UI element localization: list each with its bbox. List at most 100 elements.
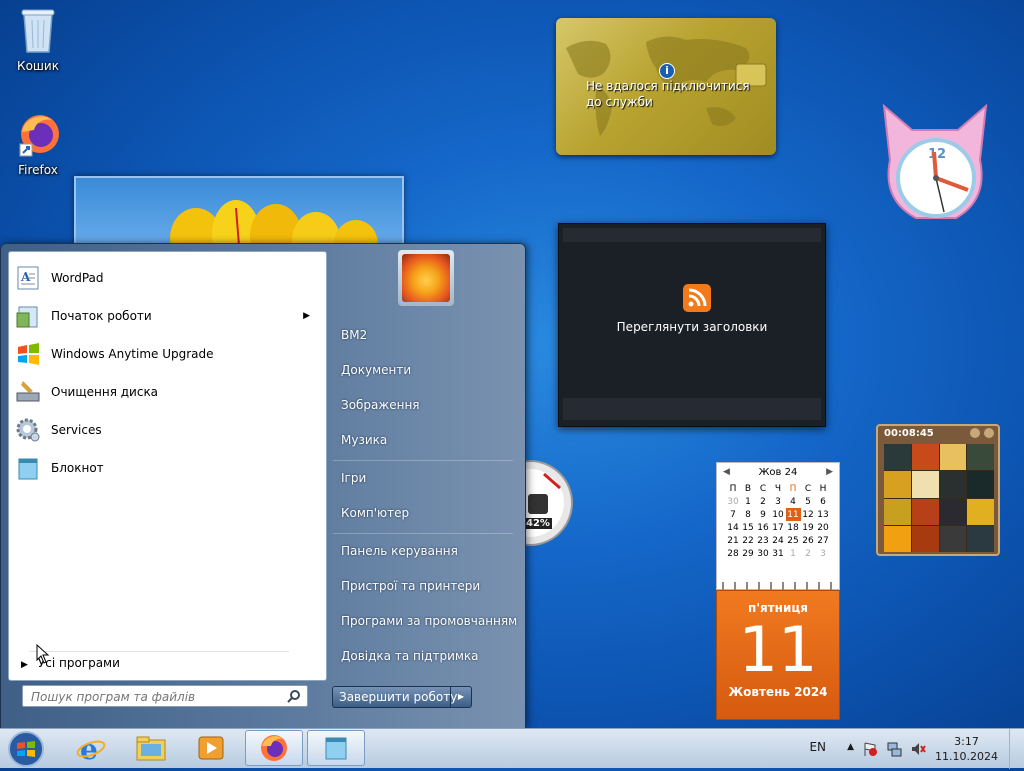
program-item-anytime-upgrade[interactable]: Windows Anytime Upgrade [13, 336, 318, 372]
right-item-games[interactable]: Ігри [341, 471, 366, 485]
program-item-getting-started[interactable]: Початок роботи ▶ [13, 298, 318, 334]
calendar-day[interactable]: 3 [816, 547, 831, 560]
calendar-prev-arrow-icon[interactable]: ◀ [723, 467, 730, 477]
taskbar-internet-explorer[interactable]: e [62, 730, 120, 766]
desktop-icon-recycle-bin[interactable]: Кошик [6, 6, 70, 73]
calendar-day[interactable]: 16 [756, 521, 771, 534]
taskbar-media-player[interactable] [182, 730, 240, 766]
search-icon [287, 689, 301, 706]
program-item-wordpad[interactable]: A WordPad [13, 260, 318, 296]
calendar-day[interactable]: 1 [786, 547, 801, 560]
weekday-header: П [789, 483, 797, 494]
shutdown-button[interactable]: Завершити роботу ▶ [332, 686, 472, 708]
calendar-day[interactable]: 2 [756, 495, 771, 508]
puzzle-grid[interactable] [884, 444, 994, 552]
puzzle-help-icon[interactable] [970, 428, 980, 438]
calendar-day[interactable]: 21 [726, 534, 741, 547]
calendar-day[interactable]: 6 [816, 495, 831, 508]
weekday-header: Ч [774, 483, 782, 494]
right-item-user[interactable]: ВМ2 [341, 328, 367, 342]
weekday-header: П [729, 483, 737, 494]
calendar-day[interactable]: 1 [741, 495, 756, 508]
calendar-day[interactable]: 30 [726, 495, 741, 508]
program-item-notepad[interactable]: Блокнот [13, 450, 318, 486]
calendar-day[interactable]: 27 [816, 534, 831, 547]
right-item-computer[interactable]: Комп'ютер [341, 506, 409, 520]
calendar-day[interactable]: 23 [756, 534, 771, 547]
clock-gadget[interactable]: 12 [876, 100, 994, 226]
taskbar-firefox[interactable] [245, 730, 303, 766]
calendar-day[interactable]: 25 [786, 534, 801, 547]
taskbar-explorer[interactable] [122, 730, 180, 766]
calendar-day[interactable]: 10 [771, 508, 786, 521]
calendar-next-arrow-icon[interactable]: ▶ [826, 467, 833, 477]
calendar-gadget[interactable]: ◀ Жов 24 ▶ П В С Ч П С Н 30 1 2 3 4 5 6 [716, 462, 840, 720]
puzzle-reset-icon[interactable] [984, 428, 994, 438]
calendar-day[interactable]: 7 [726, 508, 741, 521]
calendar-day[interactable]: 13 [816, 508, 831, 521]
calendar-day[interactable]: 15 [741, 521, 756, 534]
calendar-day[interactable]: 8 [741, 508, 756, 521]
picture-puzzle-gadget[interactable]: 00:08:45 [876, 424, 1000, 556]
windows-flag-icon [13, 339, 43, 369]
program-label: Очищення диска [51, 385, 159, 399]
wordpad-icon: A [13, 263, 43, 293]
calendar-day[interactable]: 4 [786, 495, 801, 508]
show-hidden-icons-arrow-icon[interactable]: ▲ [847, 742, 854, 752]
calendar-day[interactable]: 22 [741, 534, 756, 547]
calendar-day[interactable]: 18 [786, 521, 801, 534]
program-label: WordPad [51, 271, 104, 285]
calendar-day[interactable]: 31 [771, 547, 786, 560]
notepad-icon [13, 453, 43, 483]
weekday-header: Н [819, 483, 827, 494]
calendar-day[interactable]: 28 [726, 547, 741, 560]
mouse-cursor-icon [36, 644, 50, 664]
right-item-pictures[interactable]: Зображення [341, 398, 420, 412]
shutdown-options-arrow-icon[interactable]: ▶ [450, 687, 471, 707]
right-item-music[interactable]: Музика [341, 433, 387, 447]
right-item-devices-printers[interactable]: Пристрої та принтери [341, 579, 480, 593]
program-label: Блокнот [51, 461, 104, 475]
calendar-day[interactable]: 12 [801, 508, 816, 521]
action-center-flag-icon[interactable] [862, 741, 878, 757]
clock-time: 3:17 [954, 735, 979, 748]
calendar-day[interactable]: 19 [801, 521, 816, 534]
program-item-services[interactable]: Services [13, 412, 318, 448]
windows-orb-icon [8, 731, 44, 767]
taskbar-notepad[interactable] [307, 730, 365, 766]
right-item-documents[interactable]: Документи [341, 363, 411, 377]
volume-muted-icon[interactable] [910, 741, 926, 757]
calendar-day[interactable]: 26 [801, 534, 816, 547]
right-item-help-support[interactable]: Довідка та підтримка [341, 649, 479, 663]
calendar-day[interactable]: 30 [756, 547, 771, 560]
program-label: Services [51, 423, 102, 437]
show-desktop-button[interactable] [1009, 729, 1024, 769]
program-item-disk-cleanup[interactable]: Очищення диска [13, 374, 318, 410]
start-button[interactable] [4, 730, 48, 768]
cpu-meter-gadget[interactable]: 42% [487, 460, 576, 546]
feed-headlines-gadget[interactable]: Переглянути заголовки [558, 223, 826, 427]
right-item-control-panel[interactable]: Панель керування [341, 544, 458, 558]
taskbar-clock[interactable]: 3:17 11.10.2024 [935, 734, 998, 764]
desktop-icon-firefox[interactable]: Firefox [6, 110, 70, 177]
calendar-day[interactable]: 2 [801, 547, 816, 560]
network-icon[interactable] [886, 741, 902, 757]
calendar-day[interactable]: 3 [771, 495, 786, 508]
calendar-day[interactable]: 29 [741, 547, 756, 560]
calendar-day[interactable]: 20 [816, 521, 831, 534]
weather-gadget[interactable]: i Не вдалося підключитися до служби [556, 18, 776, 155]
right-separator [333, 460, 513, 461]
calendar-day-today[interactable]: 11 [785, 508, 801, 521]
desktop-icon-label: Firefox [18, 163, 58, 177]
start-search-box[interactable] [22, 685, 308, 707]
calendar-day[interactable]: 9 [756, 508, 771, 521]
user-account-picture[interactable] [398, 250, 454, 306]
calendar-day[interactable]: 14 [726, 521, 741, 534]
calendar-day[interactable]: 5 [801, 495, 816, 508]
right-item-default-programs[interactable]: Програми за промовчанням [341, 614, 517, 628]
calendar-day[interactable]: 24 [771, 534, 786, 547]
calendar-day[interactable]: 17 [771, 521, 786, 534]
language-indicator[interactable]: EN [809, 740, 826, 754]
start-menu-programs-panel: A WordPad Початок роботи ▶ Windows Anyti… [8, 251, 327, 681]
start-search-input[interactable] [29, 687, 283, 707]
